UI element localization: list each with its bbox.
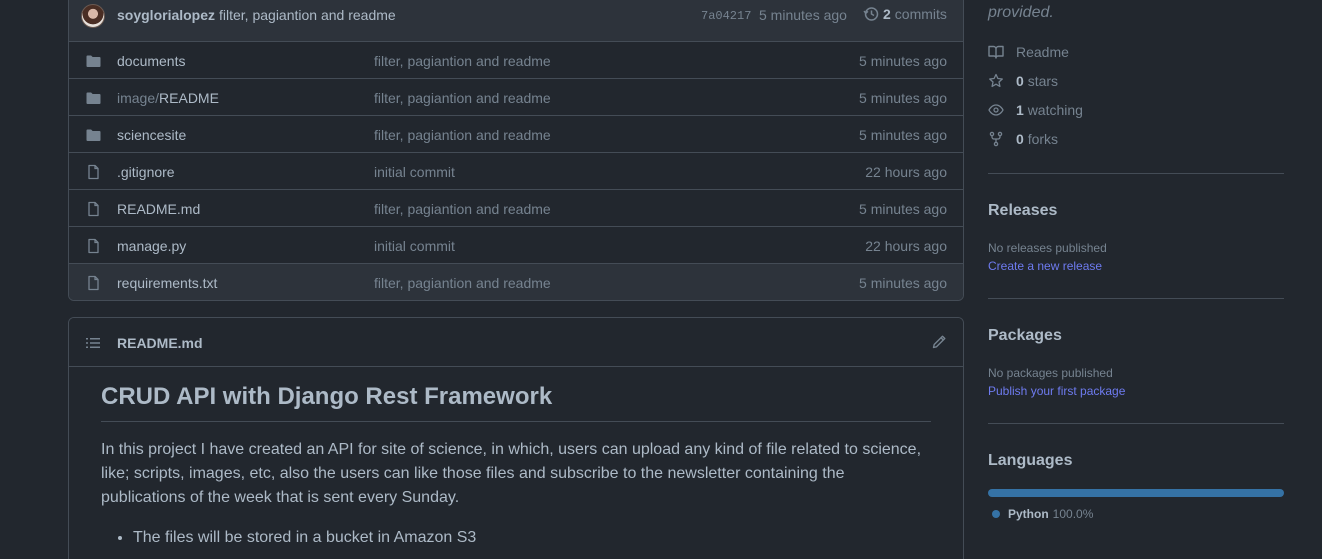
file-commit-time: 5 minutes ago <box>859 90 947 106</box>
file-commit-time: 5 minutes ago <box>859 127 947 143</box>
file-name-text: documents <box>117 53 186 69</box>
pencil-icon[interactable] <box>931 334 947 350</box>
file-name[interactable]: documents <box>117 53 185 69</box>
file-name[interactable]: README.md <box>117 201 200 217</box>
file-row[interactable]: manage.py initial commit 22 hours ago <box>69 227 963 264</box>
outline-list-icon[interactable] <box>85 335 101 351</box>
language-bar <box>988 489 1284 497</box>
file-name-text: .gitignore <box>117 164 175 180</box>
file-name-prefix: image/ <box>117 90 160 106</box>
language-name: Python <box>1008 507 1049 521</box>
file-commit-message[interactable]: initial commit <box>374 238 455 254</box>
readme-header: README.md <box>69 318 963 367</box>
file-browser: soyglorialopez filter, pagiantion and re… <box>68 0 964 301</box>
stars-label: stars <box>1027 73 1059 89</box>
file-commit-message[interactable]: filter, pagiantion and readme <box>374 127 551 143</box>
packages-empty-text: No packages published <box>988 366 1113 380</box>
stars-count: 0 <box>1016 73 1024 89</box>
file-name[interactable]: requirements.txt <box>117 275 217 291</box>
file-row[interactable]: .gitignore initial commit 22 hours ago <box>69 153 963 190</box>
file-commit-time: 22 hours ago <box>865 164 947 180</box>
readme-panel: README.md CRUD API with Django Rest Fram… <box>68 317 964 559</box>
readme-heading: CRUD API with Django Rest Framework <box>101 381 931 422</box>
file-commit-time: 5 minutes ago <box>859 201 947 217</box>
file-name[interactable]: sciencesite <box>117 127 186 143</box>
file-name-text: requirements.txt <box>117 275 218 291</box>
forks-count: 0 <box>1016 131 1024 147</box>
readme-bullet: The files will be stored in a bucket in … <box>133 526 931 550</box>
file-commit-time: 5 minutes ago <box>859 275 947 291</box>
file-name-text: sciencesite <box>117 127 187 143</box>
about-description: provided. <box>988 4 1054 21</box>
file-name-text: README <box>159 90 219 106</box>
packages-title[interactable]: Packages <box>988 327 1062 345</box>
commit-sha[interactable]: 7a04217 <box>701 9 751 23</box>
file-name[interactable]: image/README <box>117 90 219 106</box>
star-icon <box>989 73 1003 88</box>
file-name[interactable]: manage.py <box>117 238 186 254</box>
file-row[interactable]: requirements.txt filter, pagiantion and r… <box>69 264 963 300</box>
readme-content: CRUD API with Django Rest Framework In t… <box>69 367 963 550</box>
readme-paragraph: In this project I have created an API fo… <box>101 441 922 506</box>
watching-label: watching <box>1027 102 1083 118</box>
file-commit-message[interactable]: filter, pagiantion and readme <box>374 275 551 291</box>
releases-empty-text: No releases published <box>988 241 1107 255</box>
file-icon <box>85 201 103 217</box>
create-release-link[interactable]: Create a new release <box>988 259 1102 273</box>
file-icon <box>85 238 103 254</box>
file-icon <box>85 275 103 291</box>
watching-link[interactable]: 1 watching <box>988 102 1083 118</box>
stars-link[interactable]: 0 stars <box>988 73 1058 89</box>
commit-message[interactable]: filter, pagiantion and readme <box>219 7 396 23</box>
sidebar-divider <box>988 298 1284 299</box>
commits-count: 2 <box>883 6 891 22</box>
readme-link-label: Readme <box>1016 44 1069 60</box>
avatar[interactable] <box>81 4 105 28</box>
latest-commit-bar: soyglorialopez filter, pagiantion and re… <box>69 0 963 42</box>
language-item-python[interactable]: Python 100.0% <box>992 507 1093 521</box>
sidebar-divider <box>988 173 1284 174</box>
forks-label: forks <box>1027 131 1059 147</box>
file-name-text: README.md <box>117 201 201 217</box>
readme-link[interactable]: Readme <box>988 44 1069 60</box>
fork-icon <box>989 131 1003 147</box>
file-commit-message[interactable]: filter, pagiantion and readme <box>374 90 551 106</box>
releases-title[interactable]: Releases <box>988 202 1057 220</box>
language-color-dot <box>992 510 1000 518</box>
file-commit-message[interactable]: initial commit <box>374 164 455 180</box>
folder-icon <box>85 90 103 106</box>
folder-icon <box>85 53 103 69</box>
file-row[interactable]: documents filter, pagiantion and readme 5 … <box>69 42 963 79</box>
file-icon <box>85 164 103 180</box>
file-commit-message[interactable]: filter, pagiantion and readme <box>374 53 551 69</box>
file-commit-time: 5 minutes ago <box>859 53 947 69</box>
languages-title: Languages <box>988 452 1073 469</box>
sidebar-divider <box>988 423 1284 424</box>
commit-time: 5 minutes ago <box>759 7 847 23</box>
commits-history-link[interactable]: 2 commits <box>863 6 947 22</box>
file-row[interactable]: README.md filter, pagiantion and readme 5 … <box>69 190 963 227</box>
readme-bullet-list: The files will be stored in a bucket in … <box>101 526 931 550</box>
eye-icon <box>988 104 1004 116</box>
readme-file-title[interactable]: README.md <box>117 335 203 351</box>
file-name[interactable]: .gitignore <box>117 164 175 180</box>
file-commit-message[interactable]: filter, pagiantion and readme <box>374 201 551 217</box>
history-icon <box>863 7 879 21</box>
publish-package-link[interactable]: Publish your first package <box>988 384 1125 398</box>
commit-author[interactable]: soyglorialopez <box>117 7 215 23</box>
file-row[interactable]: image/README filter, pagiantion and readm… <box>69 79 963 116</box>
file-commit-time: 22 hours ago <box>865 238 947 254</box>
book-icon <box>988 45 1004 59</box>
forks-link[interactable]: 0 forks <box>988 131 1058 147</box>
file-row[interactable]: sciencesite filter, pagiantion and readme… <box>69 116 963 153</box>
file-name-text: manage.py <box>117 238 187 254</box>
language-percent: 100.0% <box>1052 507 1094 521</box>
folder-icon <box>85 127 103 143</box>
watching-count: 1 <box>1016 102 1024 118</box>
commits-label: commits <box>894 6 947 22</box>
